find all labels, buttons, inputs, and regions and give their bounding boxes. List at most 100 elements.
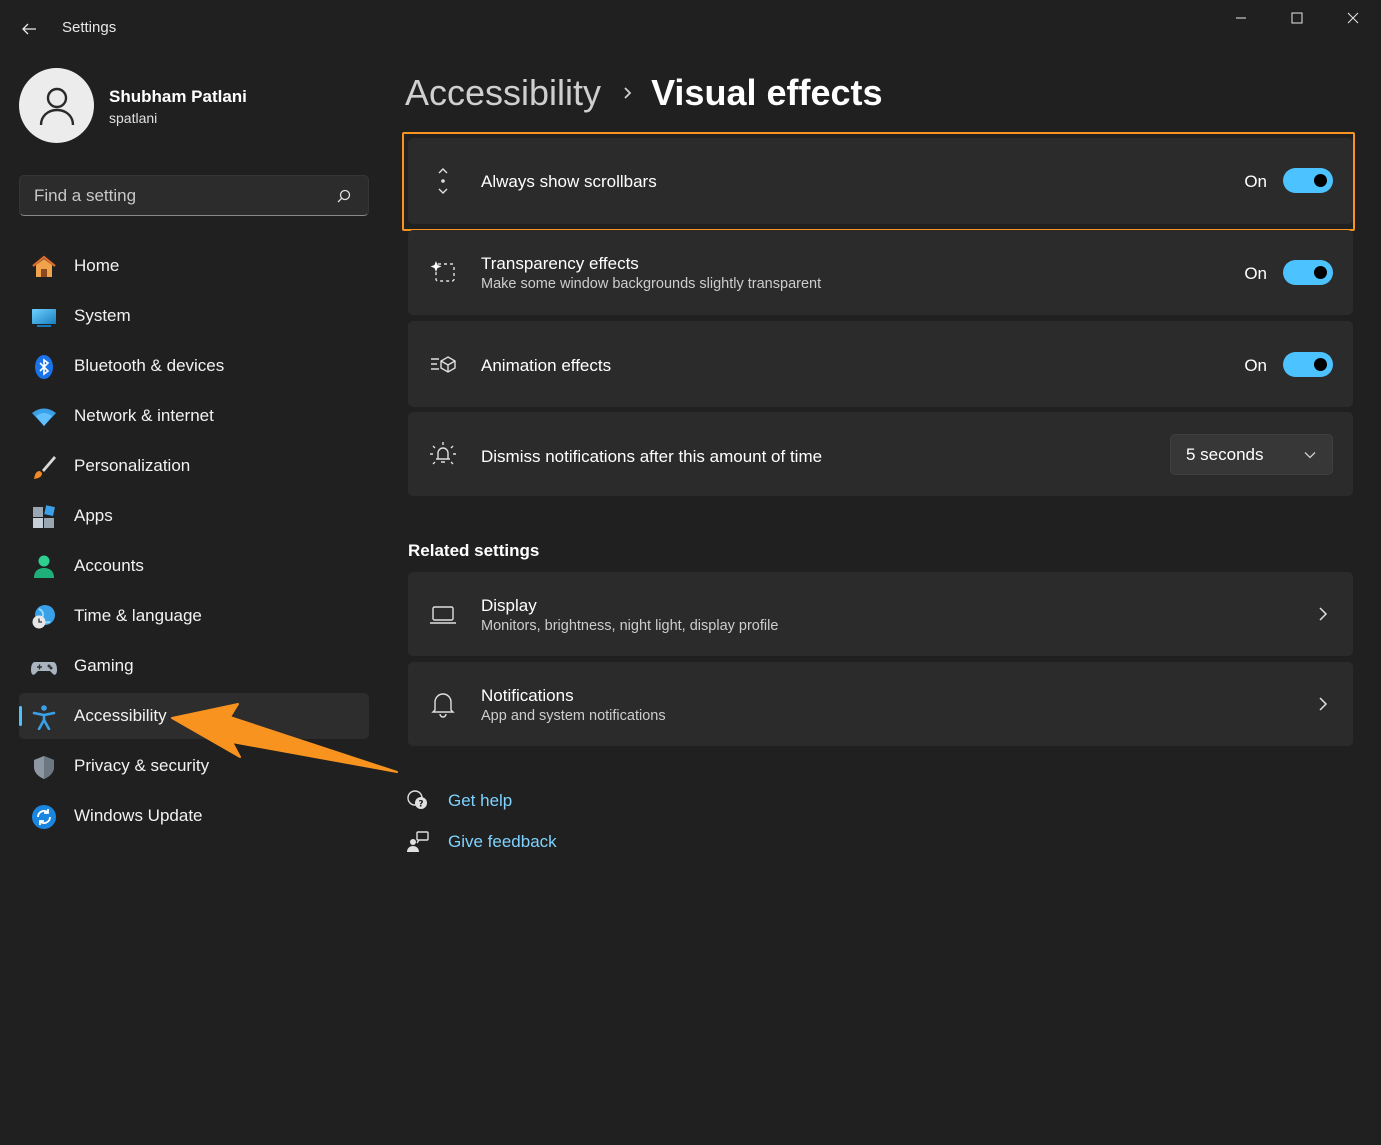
sidebar-item-system[interactable]: System <box>19 293 369 339</box>
app-title: Settings <box>62 19 117 36</box>
sidebar-item-gaming[interactable]: Gaming <box>19 643 369 689</box>
breadcrumb: Accessibility Visual effects <box>405 68 883 118</box>
sidebar-item-label: Accessibility <box>74 706 167 725</box>
setting-title: Transparency effects <box>481 254 639 273</box>
maximize-icon <box>1291 12 1303 24</box>
related-title: Display <box>481 596 537 615</box>
setting-card-animation: Animation effects On <box>408 321 1353 407</box>
give-feedback-link[interactable]: Give feedback <box>406 829 557 855</box>
scrollbar-icon <box>428 166 458 196</box>
svg-text:?: ? <box>418 800 423 810</box>
setting-title: Animation effects <box>481 356 612 375</box>
laptop-icon <box>428 599 458 629</box>
scrollbars-toggle[interactable] <box>1283 168 1333 193</box>
chevron-down-icon <box>1304 451 1316 459</box>
setting-subtitle: Make some window backgrounds slightly tr… <box>481 276 822 292</box>
sidebar-item-label: Windows Update <box>74 806 203 825</box>
toggle-state-label: On <box>1244 172 1267 191</box>
sidebar-item-label: Time & language <box>74 606 202 625</box>
notification-timer-icon <box>428 439 458 469</box>
search-input[interactable]: Find a setting <box>19 175 369 216</box>
related-card-notifications[interactable]: Notifications App and system notificatio… <box>408 662 1353 746</box>
search-icon[interactable] <box>334 186 354 206</box>
close-button[interactable] <box>1328 4 1378 32</box>
sidebar-item-label: Apps <box>74 506 113 525</box>
sidebar-item-privacy-security[interactable]: Privacy & security <box>19 743 369 789</box>
chevron-right-icon <box>623 85 633 101</box>
animation-toggle[interactable] <box>1283 352 1333 377</box>
bluetooth-icon <box>31 354 57 380</box>
back-button[interactable] <box>14 14 44 44</box>
transparency-icon <box>428 257 458 287</box>
toggle-state-label: On <box>1244 264 1267 283</box>
title-bar: Settings <box>0 0 1381 56</box>
sidebar-item-label: Accounts <box>74 556 144 575</box>
related-subtitle: Monitors, brightness, night light, displ… <box>481 618 779 634</box>
user-account-id: spatlani <box>109 110 158 126</box>
dropdown-value: 5 seconds <box>1186 444 1264 464</box>
sidebar-item-label: Personalization <box>74 456 191 475</box>
sidebar-item-label: Gaming <box>74 656 134 675</box>
sidebar-item-label: Bluetooth & devices <box>74 356 225 375</box>
sidebar-item-network[interactable]: Network & internet <box>19 393 369 439</box>
gamepad-icon <box>31 654 57 680</box>
sidebar-item-personalization[interactable]: Personalization <box>19 443 369 489</box>
sidebar-item-accessibility[interactable]: Accessibility <box>19 693 369 739</box>
related-subtitle: App and system notifications <box>481 708 666 724</box>
sidebar-item-time-language[interactable]: Time & language <box>19 593 369 639</box>
back-arrow-icon <box>22 23 36 35</box>
system-icon <box>31 304 57 330</box>
user-name: Shubham Patlani <box>109 87 247 106</box>
sidebar-item-label: Network & internet <box>74 406 214 425</box>
setting-card-transparency: Transparency effects Make some window ba… <box>408 230 1353 315</box>
sidebar-item-label: Home <box>74 256 120 275</box>
minimize-icon <box>1236 17 1246 19</box>
page-title: Visual effects <box>651 72 883 113</box>
related-settings-heading: Related settings <box>408 541 540 560</box>
animation-icon <box>428 349 458 379</box>
globe-clock-icon <box>31 604 57 630</box>
minimize-button[interactable] <box>1216 4 1266 32</box>
feedback-icon <box>406 830 430 854</box>
avatar <box>19 68 94 143</box>
chevron-right-icon <box>1315 696 1331 712</box>
accessibility-icon <box>31 704 57 730</box>
search-placeholder: Find a setting <box>34 185 137 205</box>
maximize-button[interactable] <box>1272 4 1322 32</box>
setting-title: Dismiss notifications after this amount … <box>481 447 823 466</box>
setting-card-notification-timeout: Dismiss notifications after this amount … <box>408 412 1353 496</box>
toggle-knob <box>1314 266 1327 279</box>
related-title: Notifications <box>481 686 574 705</box>
brush-icon <box>31 454 57 480</box>
give-feedback-label: Give feedback <box>448 832 557 851</box>
help-chat-icon: ? <box>406 789 430 813</box>
sidebar-item-home[interactable]: Home <box>19 243 369 289</box>
accounts-icon <box>31 554 57 580</box>
sidebar-item-bluetooth[interactable]: Bluetooth & devices <box>19 343 369 389</box>
shield-icon <box>31 754 57 780</box>
notification-timeout-dropdown[interactable]: 5 seconds <box>1170 434 1333 475</box>
setting-title: Always show scrollbars <box>481 172 657 191</box>
sidebar-nav: Home System Bluetooth & devices Network … <box>19 243 369 843</box>
setting-card-scrollbars: Always show scrollbars On <box>408 138 1353 224</box>
get-help-link[interactable]: ? Get help <box>406 788 512 814</box>
user-silhouette-icon <box>39 87 74 125</box>
toggle-state-label: On <box>1244 356 1267 375</box>
toggle-knob <box>1314 174 1327 187</box>
wifi-icon <box>31 404 57 430</box>
sidebar-item-label: System <box>74 306 131 325</box>
home-icon <box>31 254 57 280</box>
toggle-knob <box>1314 358 1327 371</box>
sidebar-item-accounts[interactable]: Accounts <box>19 543 369 589</box>
breadcrumb-parent[interactable]: Accessibility <box>405 72 601 114</box>
bell-icon <box>428 689 458 719</box>
related-card-display[interactable]: Display Monitors, brightness, night ligh… <box>408 572 1353 656</box>
sidebar-item-label: Privacy & security <box>74 756 210 775</box>
transparency-toggle[interactable] <box>1283 260 1333 285</box>
sidebar-item-apps[interactable]: Apps <box>19 493 369 539</box>
chevron-right-icon <box>1315 606 1331 622</box>
sidebar-item-windows-update[interactable]: Windows Update <box>19 793 369 839</box>
user-profile[interactable]: Shubham Patlani spatlani <box>19 68 369 144</box>
apps-icon <box>31 504 57 530</box>
close-icon <box>1347 12 1359 24</box>
